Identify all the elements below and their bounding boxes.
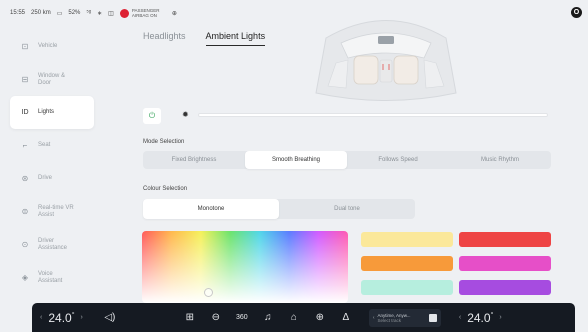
airbag-text: PASSENGER AIRBAG ON: [131, 8, 160, 18]
mode-follows-speed[interactable]: Follows Speed: [347, 151, 449, 169]
car-interior-illustration: [315, 20, 457, 101]
mode-music-rhythm[interactable]: Music Rhythm: [449, 151, 551, 169]
temp-up-icon[interactable]: ›: [81, 314, 83, 321]
swatch-yellow[interactable]: [361, 232, 453, 247]
swatch-red[interactable]: [459, 232, 551, 247]
sidebar-item-vehicle[interactable]: ⊡ Vehicle: [10, 30, 94, 63]
car-icon: ⊡: [21, 42, 29, 51]
brand-logo: O: [571, 7, 582, 18]
mode-smooth-breathing[interactable]: Smooth Breathing: [245, 151, 347, 169]
mode-selection-label: Mode Selection: [143, 139, 185, 145]
sidebar-item-label: Driver Assistance: [38, 237, 68, 251]
music-icon[interactable]: ♫: [259, 312, 277, 323]
brightness-icon: ✹: [182, 110, 189, 119]
brightness-slider[interactable]: [198, 113, 548, 117]
colour-tone-selector: Monotone Dual tone: [143, 199, 415, 219]
media-widget[interactable]: ‹ Anytime, Anyw... Select track: [368, 308, 441, 327]
swatch-pink[interactable]: [459, 256, 551, 271]
climate-icon[interactable]: ⊕: [311, 312, 329, 323]
swatch-purple[interactable]: [459, 280, 551, 295]
tab-headlights[interactable]: Headlights: [143, 31, 186, 46]
right-temperature-value: 24.0°: [467, 310, 494, 325]
play-icon[interactable]: [428, 313, 437, 322]
sidebar-item-label: Drive: [38, 175, 53, 181]
range-readout: 250 km: [31, 10, 51, 16]
steering-wheel-icon: ⊛: [21, 174, 29, 183]
sidebar-item-vr-assist[interactable]: ⊜ Real-time VR Assist: [10, 195, 94, 228]
lights-icon: ID: [21, 109, 29, 116]
passenger-airbag-indicator: PASSENGER AIRBAG ON: [119, 8, 166, 18]
mode-selector: Fixed Brightness Smooth Breathing Follow…: [143, 151, 551, 169]
volume-icon[interactable]: ◁): [101, 312, 119, 323]
apps-icon[interactable]: ⊞: [181, 312, 199, 323]
ambient-power-toggle[interactable]: ⏻: [143, 108, 161, 124]
colour-picker[interactable]: [142, 231, 348, 303]
home-icon[interactable]: ⌂: [285, 312, 303, 323]
sidebar-item-lights[interactable]: ID Lights: [10, 96, 94, 129]
car-status-icon[interactable]: ⊖: [207, 312, 225, 323]
navigation-icon[interactable]: Δ: [337, 312, 355, 323]
sidebar-item-label: Vehicle: [38, 43, 58, 49]
light-tabs: Headlights Ambient Lights: [143, 31, 266, 46]
colour-selection-label: Colour Selection: [143, 186, 188, 192]
vr-assist-icon: ⊜: [21, 207, 29, 216]
window-icon: ⊟: [21, 75, 29, 84]
bottom-dock: ‹ 24.0° › ◁) ⊞ ⊖ 360 ♫ ⌂ ⊕ Δ ‹ Anytime, …: [32, 303, 575, 332]
camera-360-icon[interactable]: 360: [233, 314, 251, 321]
media-prev-icon[interactable]: ‹: [373, 315, 375, 321]
sidebar-item-driver-assistance[interactable]: ⊙ Driver Assistance: [10, 228, 94, 261]
tone-dual-tone[interactable]: Dual tone: [279, 199, 415, 219]
power-icon: ⏻: [148, 111, 156, 120]
mode-fixed-brightness[interactable]: Fixed Brightness: [143, 151, 245, 169]
signal-icon: ⁵ᵍ: [86, 10, 92, 16]
sidebar-item-seat[interactable]: ⌐ Seat: [10, 129, 94, 162]
sidebar-item-window-door[interactable]: ⊟ Window & Door: [10, 63, 94, 96]
sidebar-item-voice-assistant[interactable]: ◈ Voice Assistant: [10, 261, 94, 294]
driver-assistance-icon: ⊙: [21, 240, 29, 249]
clock: 15:55: [10, 10, 26, 16]
tab-ambient-lights[interactable]: Ambient Lights: [205, 31, 266, 46]
voice-assistant-icon: ◈: [21, 273, 29, 282]
sidebar-item-label: Lights: [38, 109, 55, 115]
media-subtitle: Select track: [377, 317, 402, 323]
temp-down-icon[interactable]: ‹: [459, 314, 461, 321]
dashcam-icon: ◫: [108, 10, 114, 17]
sidebar-item-label: Window & Door: [38, 72, 66, 86]
sidebar-item-label: Seat: [38, 142, 51, 148]
bluetooth-icon: ∗: [97, 10, 103, 17]
swatch-mint[interactable]: [361, 280, 453, 295]
battery-percent: 52%: [68, 10, 81, 16]
status-bar: 15:55 250 km ▭ 52% ⁵ᵍ ∗ ◫ PASSENGER AIRB…: [0, 0, 588, 26]
left-temperature-control[interactable]: ‹ 24.0° ›: [40, 311, 83, 325]
fan-icon: ⊕: [171, 10, 177, 17]
colour-picker-handle[interactable]: [204, 288, 213, 297]
airbag-icon: [119, 8, 129, 18]
sidebar-item-drive[interactable]: ⊛ Drive: [10, 162, 94, 195]
battery-icon: ▭: [56, 10, 63, 17]
seat-icon: ⌐: [22, 141, 28, 150]
right-temperature-control[interactable]: ‹ 24.0° ›: [459, 311, 502, 325]
temp-down-icon[interactable]: ‹: [40, 314, 42, 321]
tone-monotone[interactable]: Monotone: [143, 199, 279, 219]
temp-up-icon[interactable]: ›: [499, 314, 501, 321]
left-temperature-value: 24.0°: [48, 310, 75, 325]
swatch-orange[interactable]: [361, 256, 453, 271]
sidebar-item-label: Voice Assistant: [38, 270, 63, 284]
sidebar: ⊡ Vehicle ⊟ Window & Door ID Lights ⌐ Se…: [10, 30, 94, 294]
sidebar-item-label: Real-time VR Assist: [38, 204, 74, 218]
media-info: Anytime, Anyw... Select track: [378, 313, 426, 323]
